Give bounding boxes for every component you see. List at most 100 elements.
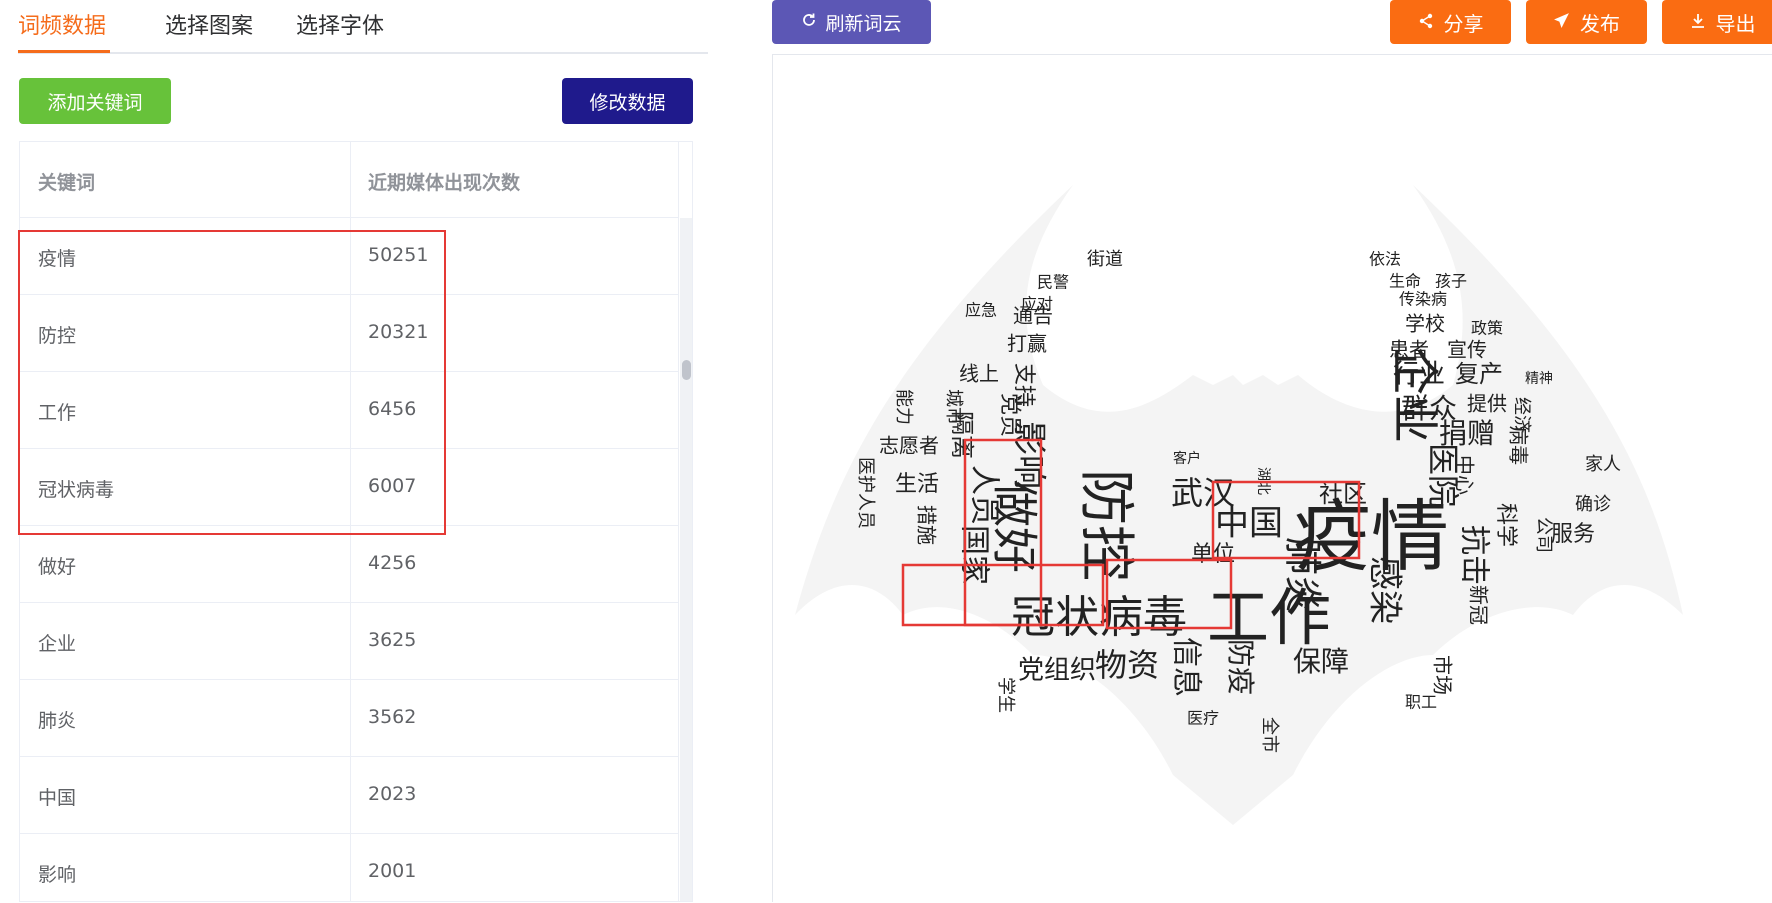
wordcloud-word: 党员 bbox=[997, 393, 1022, 437]
table-row[interactable]: 影响 2001 bbox=[20, 834, 678, 901]
wordcloud-word: 物资 bbox=[1095, 646, 1159, 684]
wordcloud-word: 市场 bbox=[1431, 655, 1455, 695]
wordcloud-word: 经济 bbox=[1511, 397, 1532, 433]
wordcloud-word: 抗击 bbox=[1457, 525, 1492, 585]
export-label: 导出 bbox=[1715, 11, 1756, 36]
count-cell: 50251 bbox=[368, 244, 429, 266]
wordcloud-word: 能力 bbox=[893, 389, 914, 425]
wordcloud-word: 生命 bbox=[1389, 272, 1421, 291]
count-cell: 3562 bbox=[368, 706, 417, 728]
share-button[interactable]: 分享 bbox=[1390, 0, 1511, 44]
wordcloud-word: 复产 bbox=[1455, 360, 1503, 388]
edit-data-button[interactable]: 修改数据 bbox=[562, 78, 693, 124]
add-keyword-button[interactable]: 添加关键词 bbox=[19, 78, 171, 124]
wordcloud-word: 服务 bbox=[1551, 522, 1595, 547]
wordcloud-word: 患者 bbox=[1389, 338, 1429, 362]
wordcloud-word: 家人 bbox=[1585, 454, 1621, 475]
active-tab-indicator bbox=[18, 50, 110, 53]
table-row[interactable]: 工作 6456 bbox=[20, 372, 678, 449]
wordcloud-word: 人员 bbox=[967, 465, 1002, 525]
wordcloud-word: 客户 bbox=[1173, 450, 1201, 467]
table-row[interactable]: 疫情 50251 bbox=[20, 218, 678, 295]
table-body: 疫情 50251 防控 20321 工作 6456 冠状病毒 6007 做好 4… bbox=[20, 218, 678, 901]
keyword-cell: 工作 bbox=[38, 402, 77, 424]
table-row[interactable]: 中国 2023 bbox=[20, 757, 678, 834]
paper-plane-icon bbox=[1553, 10, 1570, 34]
wordcloud-word: 捐赠 bbox=[1439, 417, 1495, 450]
table-row[interactable]: 防控 20321 bbox=[20, 295, 678, 372]
table-row[interactable]: 肺炎 3562 bbox=[20, 680, 678, 757]
wordcloud-word: 民警 bbox=[1037, 273, 1069, 292]
wordcloud-word: 孩子 bbox=[1435, 272, 1467, 291]
tab-choose-font[interactable]: 选择字体 bbox=[296, 8, 384, 40]
keyword-cell: 肺炎 bbox=[38, 710, 77, 732]
table-row[interactable]: 冠状病毒 6007 bbox=[20, 449, 678, 526]
wordcloud-word: 街道 bbox=[1087, 249, 1123, 270]
wordcloud-word: 精神 bbox=[1525, 371, 1553, 387]
share-icon bbox=[1418, 10, 1434, 34]
column-divider bbox=[350, 142, 351, 901]
refresh-icon bbox=[801, 11, 817, 33]
keyword-cell: 疫情 bbox=[38, 248, 77, 270]
download-icon bbox=[1690, 10, 1706, 34]
wordcloud-word: 学校 bbox=[1405, 312, 1445, 336]
tab-bar: 词频数据 选择图案 选择字体 bbox=[18, 0, 708, 54]
wordcloud-word: 党组织 bbox=[1018, 656, 1096, 686]
table-scrollbar[interactable] bbox=[680, 218, 692, 901]
wordcloud-word: 公司 bbox=[1533, 517, 1554, 553]
keyword-cell: 中国 bbox=[38, 787, 77, 809]
tab-choose-shape[interactable]: 选择图案 bbox=[165, 8, 253, 40]
scroll-thumb[interactable] bbox=[682, 360, 691, 380]
wordcloud-word: 冠状病毒 bbox=[1011, 592, 1187, 643]
refresh-label: 刷新词云 bbox=[825, 12, 902, 35]
count-cell: 2001 bbox=[368, 860, 417, 882]
wordcloud-word: 打赢 bbox=[1007, 332, 1047, 356]
wordcloud-word: 新冠 bbox=[1467, 585, 1491, 625]
wordcloud-word: 医护人员 bbox=[855, 457, 876, 529]
wordcloud-word: 行业 bbox=[1393, 360, 1445, 390]
publish-button[interactable]: 发布 bbox=[1526, 0, 1647, 44]
export-button[interactable]: 导出 bbox=[1662, 0, 1772, 44]
wordcloud-svg: 疫情工作防控冠状病毒做好企业肺炎中国影响武汉国家人员 医院感染抗击物资 信息 防疫 保障… bbox=[795, 185, 1683, 825]
wordcloud-word: 城市 bbox=[943, 389, 964, 425]
wordcloud-word: 中心 bbox=[1453, 455, 1477, 495]
wordcloud-word: 志愿者 bbox=[879, 434, 939, 458]
count-cell: 6456 bbox=[368, 398, 417, 420]
count-cell: 4256 bbox=[368, 552, 417, 574]
wordcloud-word: 国家 bbox=[957, 525, 992, 585]
header-keyword: 关键词 bbox=[38, 172, 96, 194]
keyword-cell: 冠状病毒 bbox=[38, 479, 115, 501]
column-divider bbox=[678, 142, 679, 901]
publish-label: 发布 bbox=[1580, 11, 1620, 36]
wordcloud-word: 信息 bbox=[1169, 637, 1204, 697]
keyword-panel: 词频数据 选择图案 选择字体 添加关键词 修改数据 关键词 近期媒体出现次数 疫… bbox=[0, 0, 710, 902]
wordcloud-panel: 刷新词云 分享 发布 导出 疫情 工作 防控 冠状病毒 做好 企业 肺炎 中国 影响 武汉 国家 人员… bbox=[772, 0, 1772, 902]
wordcloud-word: 科学 bbox=[1493, 503, 1518, 547]
wordcloud-word: 学生 bbox=[995, 677, 1016, 713]
wordcloud-word: 依法 bbox=[1369, 250, 1401, 269]
wordcloud-word: 保障 bbox=[1293, 645, 1349, 678]
table-row[interactable]: 做好 4256 bbox=[20, 526, 678, 603]
wordcloud-word: 应急 bbox=[965, 301, 997, 320]
wordcloud-word: 措施 bbox=[915, 505, 939, 545]
wordcloud-word: 生活 bbox=[895, 472, 939, 497]
keyword-cell: 影响 bbox=[38, 864, 77, 886]
wordcloud-word: 线上 bbox=[959, 362, 999, 386]
wordcloud-word: 防疫 bbox=[1224, 639, 1257, 695]
wordcloud-canvas: 疫情 工作 防控 冠状病毒 做好 企业 肺炎 中国 影响 武汉 国家 人员 医院 感染 抗击 物资 信息 防疫 保障… bbox=[772, 54, 1772, 902]
count-cell: 2023 bbox=[368, 783, 417, 805]
wordcloud-word: 武汉 bbox=[1171, 474, 1235, 512]
table-row[interactable]: 企业 3625 bbox=[20, 603, 678, 680]
wordcloud-word: 全市 bbox=[1259, 717, 1280, 753]
keyword-cell: 企业 bbox=[38, 633, 77, 655]
count-cell: 20321 bbox=[368, 321, 429, 343]
wordcloud-word: 传染病 bbox=[1399, 290, 1447, 309]
refresh-wordcloud-button[interactable]: 刷新词云 bbox=[772, 0, 931, 44]
tab-word-frequency[interactable]: 词频数据 bbox=[18, 8, 106, 40]
wordcloud-word: 应对 bbox=[1021, 295, 1053, 314]
wordcloud-word: 感染 bbox=[1365, 556, 1405, 624]
wordcloud-word: 宣传 bbox=[1447, 338, 1487, 362]
wordcloud-word: 确诊 bbox=[1575, 494, 1611, 515]
wordcloud-word: 肺炎 bbox=[1281, 537, 1325, 613]
share-label: 分享 bbox=[1443, 11, 1484, 36]
